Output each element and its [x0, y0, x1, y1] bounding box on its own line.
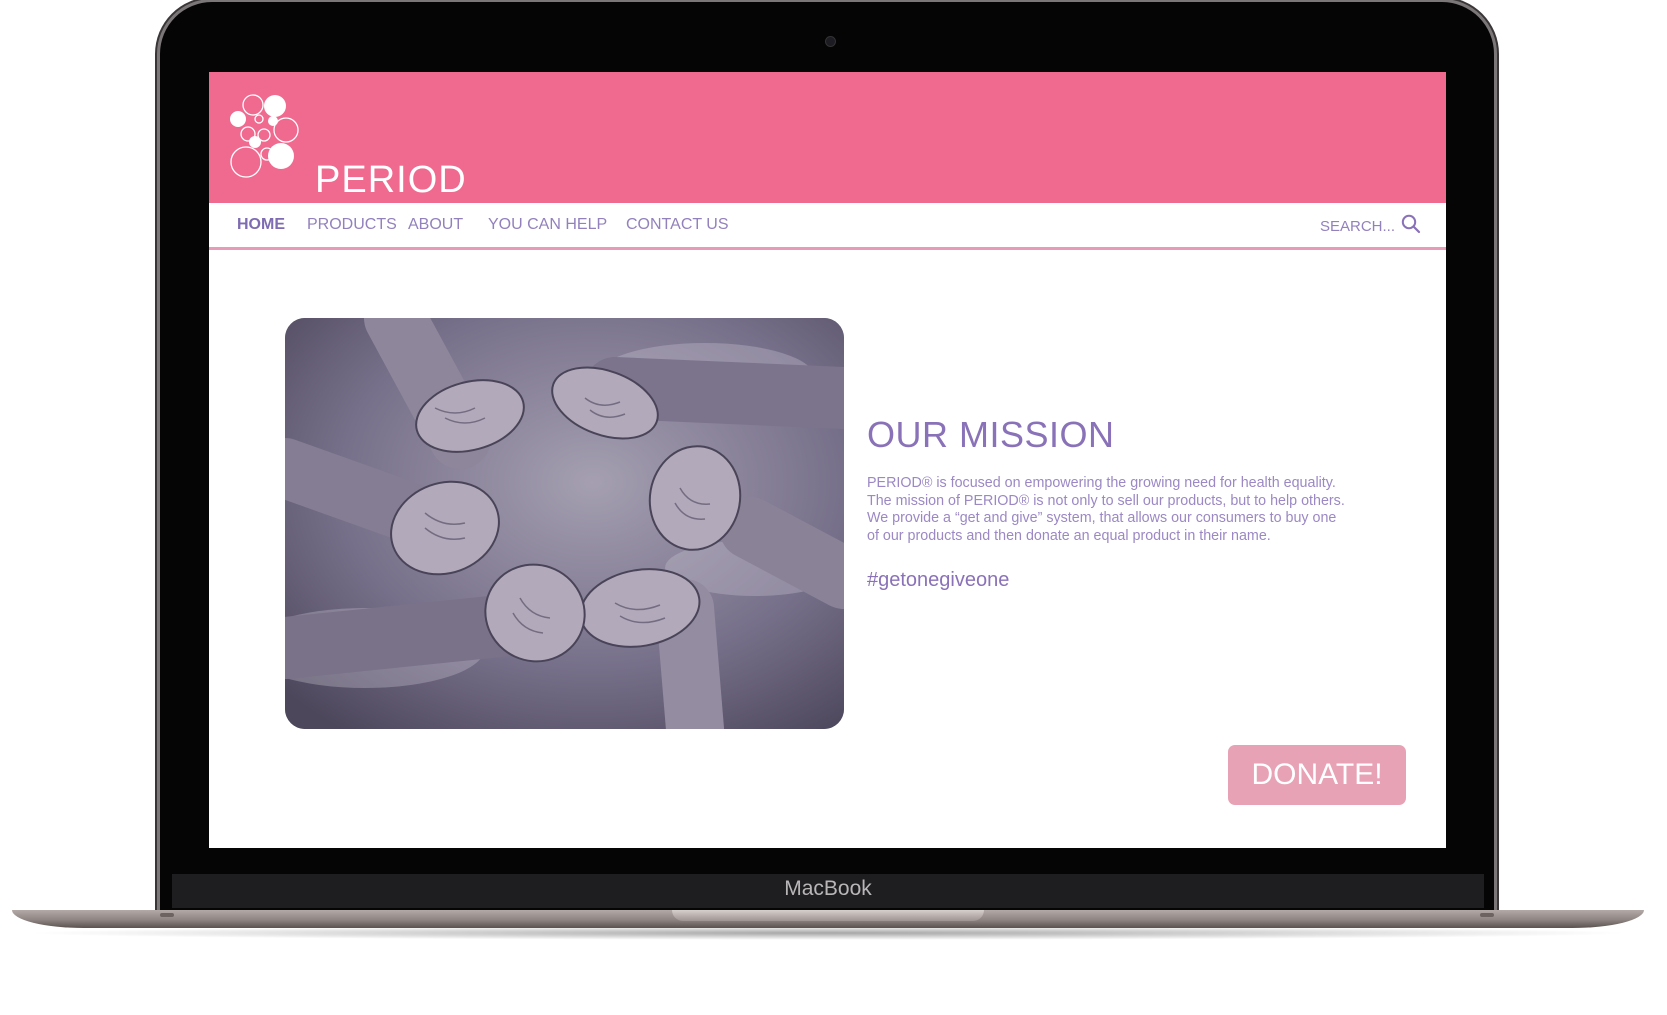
search-icon[interactable] [1401, 214, 1421, 239]
device-brand-label: MacBook [784, 877, 872, 900]
browser-screen: PERIOD HOME PRODUCTS ABOUT YOU CAN HELP … [209, 72, 1446, 848]
mission-title: OUR MISSION [867, 414, 1115, 455]
mission-text: PERIOD® is focused on empowering the gro… [867, 475, 1387, 545]
laptop-bottom-bezel: MacBook [172, 874, 1484, 908]
mission-line: We provide a “get and give” system, that… [867, 510, 1337, 526]
hashtag-text: #getonegiveone [867, 569, 1010, 591]
nav-item-home[interactable]: HOME [237, 216, 285, 234]
logo-text: PERIOD [315, 159, 467, 201]
laptop-foot [160, 913, 174, 917]
laptop-hinge-notch [672, 910, 984, 921]
site-logo[interactable]: PERIOD [229, 94, 466, 201]
laptop-foot [1480, 913, 1494, 917]
nav-item-contact-us[interactable]: CONTACT US [626, 216, 729, 234]
search-bar [1315, 214, 1421, 239]
nav-item-you-can-help[interactable]: YOU CAN HELP [488, 216, 607, 234]
nav-item-about[interactable]: ABOUT [408, 216, 463, 234]
camera-icon [825, 36, 836, 47]
main-nav: HOME PRODUCTS ABOUT YOU CAN HELP CONTACT… [209, 203, 1446, 250]
donate-button[interactable]: DONATE! [1228, 745, 1406, 805]
mission-line: of our products and then donate an equal… [867, 527, 1271, 544]
mission-line: The mission of PERIOD® is not only to se… [867, 492, 1345, 509]
search-input[interactable] [1315, 218, 1395, 235]
mission-line: PERIOD® is focused on empowering the gro… [867, 475, 1336, 491]
laptop-shadow [20, 926, 1636, 940]
hands-joined-photo [285, 318, 844, 729]
site-header: PERIOD [209, 72, 1446, 203]
nav-item-products[interactable]: PRODUCTS [307, 216, 397, 234]
